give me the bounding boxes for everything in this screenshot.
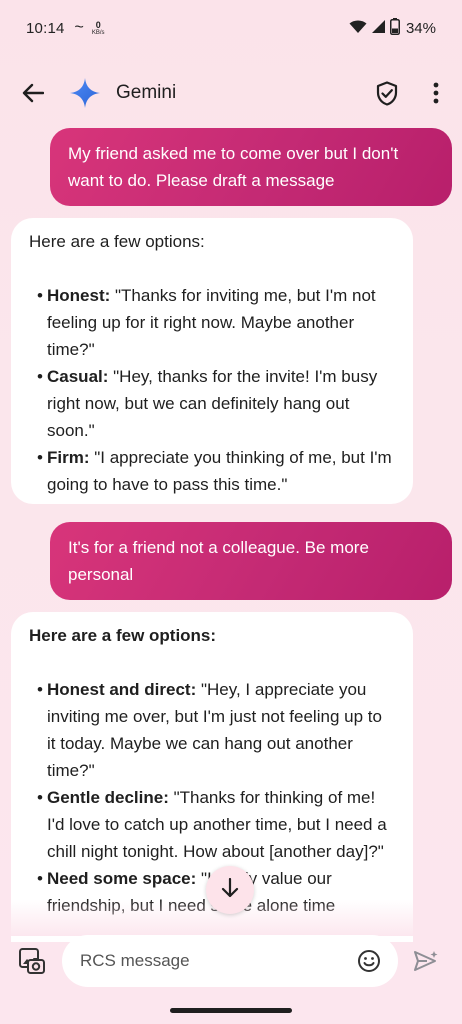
option-item: • Honest: "Thanks for inviting me, but I… [29,282,395,363]
gemini-sparkle-icon [68,76,102,110]
battery-icon [389,17,400,39]
home-indicator[interactable] [170,1008,292,1013]
bullet: • [37,367,43,386]
bullet: • [37,680,43,699]
status-time: 10:14 [26,19,65,37]
bullet: • [37,286,43,305]
composer-bar: RCS message [0,930,462,992]
cell-signal-icon [371,19,386,38]
more-vert-icon[interactable] [424,78,448,108]
message-input[interactable]: RCS message [62,935,398,987]
network-speed: 0 KB/s [91,19,105,36]
arrow-down-icon [221,877,239,903]
option-item: • Casual: "Hey, thanks for the invite! I… [29,363,395,444]
notification-indicator: ~ [74,19,84,36]
option-item: • Gentle decline: "Thanks for thinking o… [29,784,395,865]
message-line: want to do. Please draft a message [68,171,335,190]
shield-check-icon[interactable] [372,78,402,108]
network-speed-unit: KB/s [91,29,105,36]
add-media-icon[interactable] [14,943,50,979]
scroll-to-bottom-button[interactable] [206,866,254,914]
option-label: Need some space: [47,869,197,888]
emoji-icon[interactable] [354,946,384,976]
wifi-icon [349,19,367,38]
bullet: • [37,788,43,807]
option-label: Honest: [47,286,111,305]
back-arrow-icon[interactable] [18,78,48,108]
message-input-placeholder: RCS message [80,951,190,970]
app-title: Gemini [116,82,177,103]
app-bar: Gemini [0,64,462,122]
option-label: Firm: [47,448,90,467]
network-speed-value: 0 [95,19,101,30]
option-label: Honest and direct: [47,680,197,699]
response-intro: Here are a few options: [29,626,217,645]
status-bar: 10:14 ~ 0 KB/s 34% [0,0,462,56]
message-line: My friend asked me to come over but I do… [68,144,399,163]
message-line: It's for a friend not a colleague. Be mo… [68,538,369,557]
bullet: • [37,448,43,467]
option-label: Casual: [47,367,109,386]
message-line: personal [68,565,134,584]
option-item: • Firm: "I appreciate you thinking of me… [29,444,395,498]
option-label: Gentle decline: [47,788,169,807]
send-icon[interactable] [410,945,442,977]
user-message[interactable]: My friend asked me to come over but I do… [50,128,452,206]
battery-percent: 34% [405,19,436,37]
option-item: • Honest and direct: "Hey, I appreciate … [29,676,395,784]
option-text: "I appreciate you thinking of me, but I'… [47,448,392,494]
user-message[interactable]: It's for a friend not a colleague. Be mo… [50,522,452,600]
assistant-message[interactable]: Here are a few options: • Honest: "Thank… [11,218,413,504]
response-intro: Here are a few options: [29,232,205,251]
